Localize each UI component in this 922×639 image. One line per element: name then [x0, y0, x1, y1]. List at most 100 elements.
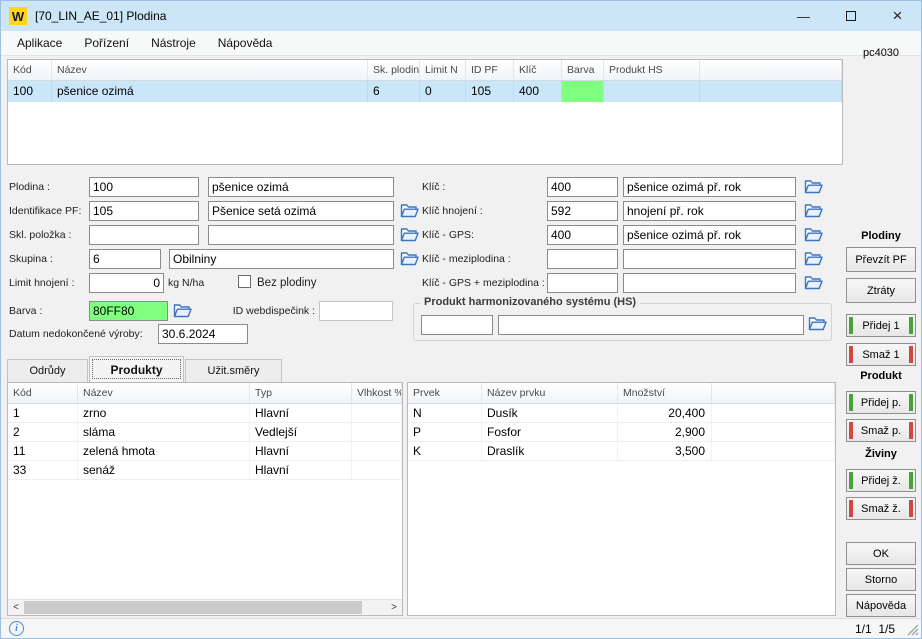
resize-grip-icon[interactable] — [906, 623, 919, 636]
napoveda-button[interactable]: Nápověda — [846, 594, 916, 617]
identifikace-pf-open-folder-icon[interactable] — [399, 203, 419, 220]
skl-polozka-name-input[interactable] — [208, 225, 394, 245]
scrollbar-thumb[interactable] — [24, 601, 362, 614]
skupina-code-input[interactable] — [89, 249, 161, 269]
crops-table: Kód Název Sk. plodin Limit N ID PF Klíč … — [7, 59, 843, 165]
pridej-z-button[interactable]: Přidej ž. — [846, 469, 916, 492]
cell-id-pf: 105 — [466, 81, 514, 102]
produkt-hs-open-folder-icon[interactable] — [807, 316, 827, 333]
klic-meziplodina-label: Klíč - meziplodina : — [422, 253, 511, 265]
column-header[interactable]: Sk. plodin — [368, 60, 420, 80]
column-header[interactable]: Barva — [562, 60, 604, 80]
klic-meziplodina-name-input[interactable] — [623, 249, 796, 269]
klic-gps-name-input[interactable] — [623, 225, 796, 245]
column-header[interactable]: Název prvku — [482, 383, 618, 403]
maximize-button[interactable] — [827, 1, 874, 31]
column-header[interactable]: Množství — [618, 383, 712, 403]
close-button[interactable]: × — [874, 1, 921, 31]
cell-kod: 100 — [8, 81, 52, 102]
ztraty-button[interactable]: Ztráty — [846, 278, 916, 303]
klic-open-folder-icon[interactable] — [803, 179, 823, 196]
klic-hnojeni-open-folder-icon[interactable] — [803, 203, 823, 220]
ok-button[interactable]: OK — [846, 542, 916, 565]
skupina-open-folder-icon[interactable] — [399, 251, 419, 268]
klic-code-input[interactable] — [547, 177, 618, 197]
product-row[interactable]: 2 sláma Vedlejší — [8, 423, 402, 442]
klic-name-input[interactable] — [623, 177, 796, 197]
klic-meziplodina-code-input[interactable] — [547, 249, 618, 269]
info-icon[interactable]: i — [9, 621, 24, 636]
pridej-p-button[interactable]: Přidej p. — [846, 391, 916, 414]
minimize-button[interactable]: — — [780, 1, 827, 31]
column-header[interactable]: Název — [52, 60, 368, 80]
pridej-1-button[interactable]: Přidej 1 — [846, 314, 916, 337]
menu-nastroje[interactable]: Nástroje — [140, 32, 207, 54]
column-header[interactable]: Limit N — [420, 60, 466, 80]
cell: Dusík — [482, 404, 618, 422]
skupina-name-input[interactable] — [169, 249, 394, 269]
barva-input[interactable] — [89, 301, 168, 321]
produkt-hs-group-title: Produkt harmonizovaného systému (HS) — [420, 296, 640, 308]
titlebar[interactable]: W [70_LIN_AE_01] Plodina — × — [1, 1, 921, 31]
column-header[interactable]: Typ — [250, 383, 352, 403]
id-webdispecink-input[interactable] — [319, 301, 393, 321]
prevzit-pf-button[interactable]: Převzít PF — [846, 247, 916, 272]
smaz-z-button[interactable]: Smaž ž. — [846, 497, 916, 520]
column-header[interactable]: Kód — [8, 383, 78, 403]
nutrient-row[interactable]: N Dusík 20,400 — [408, 404, 835, 423]
crops-table-selected-row[interactable]: 100 pšenice ozimá 6 0 105 400 — [8, 81, 842, 102]
column-header[interactable]: Klíč — [514, 60, 562, 80]
scroll-left-icon[interactable]: < — [8, 600, 24, 615]
produkt-hs-code-input[interactable] — [421, 315, 493, 335]
cell-nazev: pšenice ozimá — [52, 81, 368, 102]
klic-gps-meziplodina-open-folder-icon[interactable] — [803, 275, 823, 292]
storno-button[interactable]: Storno — [846, 568, 916, 591]
produkt-hs-name-input[interactable] — [498, 315, 804, 335]
limit-hnojeni-label: Limit hnojení : — [9, 277, 74, 289]
scroll-right-icon[interactable]: > — [386, 600, 402, 615]
datum-nedokoncene-vyroby-label: Datum nedokončené výroby: — [9, 328, 143, 340]
klic-gps-meziplodina-code-input[interactable] — [547, 273, 618, 293]
klic-hnojeni-code-input[interactable] — [547, 201, 618, 221]
klic-hnojeni-name-input[interactable] — [623, 201, 796, 221]
column-header[interactable]: ID PF — [466, 60, 514, 80]
plodina-name-input[interactable] — [208, 177, 394, 197]
limit-hnojeni-input[interactable] — [89, 273, 164, 293]
menu-napoveda[interactable]: Nápověda — [207, 32, 284, 54]
product-row[interactable]: 1 zrno Hlavní — [8, 404, 402, 423]
cell-klic: 400 — [514, 81, 562, 102]
plodina-code-input[interactable] — [89, 177, 199, 197]
bez-plodiny-checkbox[interactable] — [238, 275, 251, 288]
tab-uzit-smery[interactable]: Užit.směry — [185, 359, 282, 382]
column-header[interactable]: Prvek — [408, 383, 482, 403]
product-row[interactable]: 11 zelená hmota Hlavní — [8, 442, 402, 461]
smaz-p-button[interactable]: Smaž p. — [846, 419, 916, 442]
horizontal-scrollbar[interactable]: < > — [8, 599, 402, 615]
klic-gps-meziplodina-name-input[interactable] — [623, 273, 796, 293]
product-row[interactable]: 33 senáž Hlavní — [8, 461, 402, 480]
nutrient-row[interactable]: K Draslík 3,500 — [408, 442, 835, 461]
tab-produkty[interactable]: Produkty — [89, 356, 184, 382]
nutrient-row[interactable]: P Fosfor 2,900 — [408, 423, 835, 442]
klic-meziplodina-open-folder-icon[interactable] — [803, 251, 823, 268]
klic-gps-code-input[interactable] — [547, 225, 618, 245]
datum-nedokoncene-vyroby-input[interactable] — [158, 324, 248, 344]
column-header[interactable]: Produkt HS — [604, 60, 700, 80]
menu-aplikace[interactable]: Aplikace — [6, 32, 73, 54]
identifikace-pf-code-input[interactable] — [89, 201, 199, 221]
skl-polozka-open-folder-icon[interactable] — [399, 227, 419, 244]
cell: Hlavní — [250, 461, 352, 479]
column-header[interactable]: Vlhkost % — [352, 383, 402, 403]
skl-polozka-code-input[interactable] — [89, 225, 199, 245]
menu-porizeni[interactable]: Pořízení — [73, 32, 140, 54]
cell — [352, 442, 402, 460]
column-header[interactable]: Název — [78, 383, 250, 403]
cell — [712, 442, 835, 460]
smaz-1-button[interactable]: Smaž 1 — [846, 343, 916, 366]
barva-open-folder-icon[interactable] — [172, 303, 192, 320]
column-header[interactable]: Kód — [8, 60, 52, 80]
tab-odrudy[interactable]: Odrůdy — [7, 359, 88, 382]
klic-gps-open-folder-icon[interactable] — [803, 227, 823, 244]
statusbar — [1, 618, 921, 639]
identifikace-pf-name-input[interactable] — [208, 201, 394, 221]
